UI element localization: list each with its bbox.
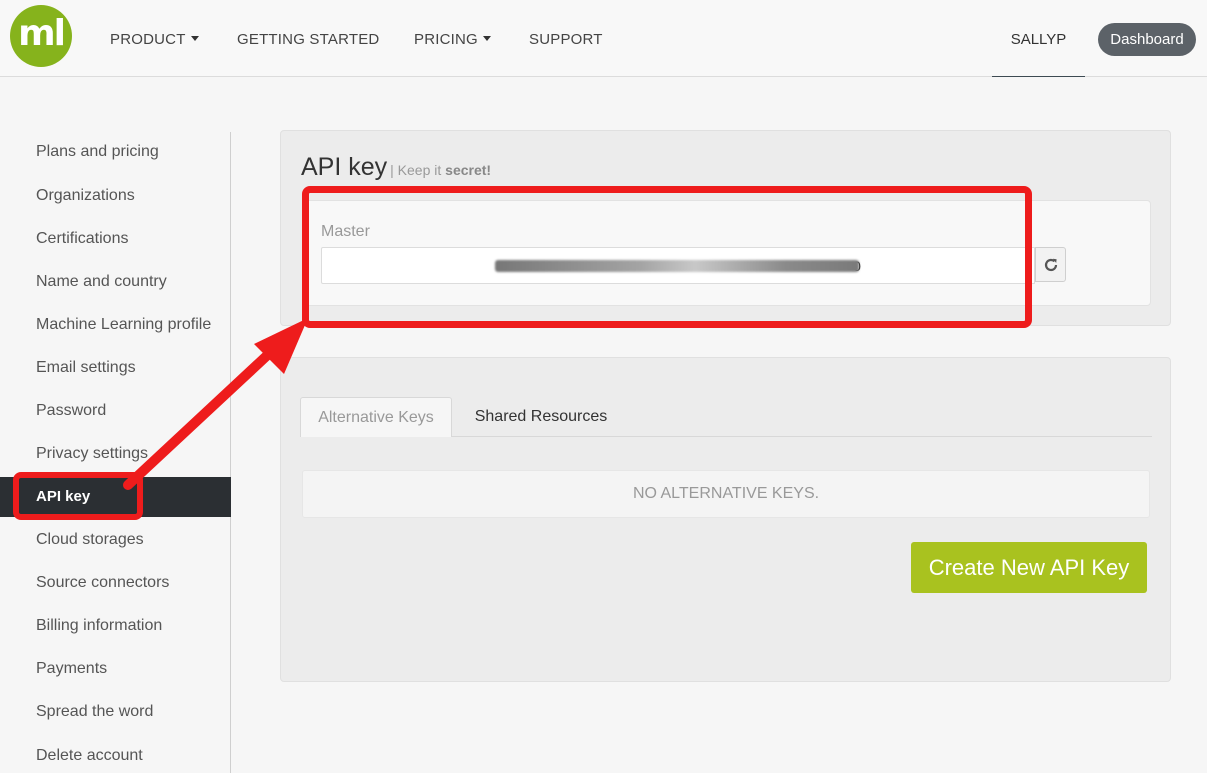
arrow-shaft bbox=[123, 331, 293, 490]
annotation-arrow bbox=[123, 318, 308, 490]
